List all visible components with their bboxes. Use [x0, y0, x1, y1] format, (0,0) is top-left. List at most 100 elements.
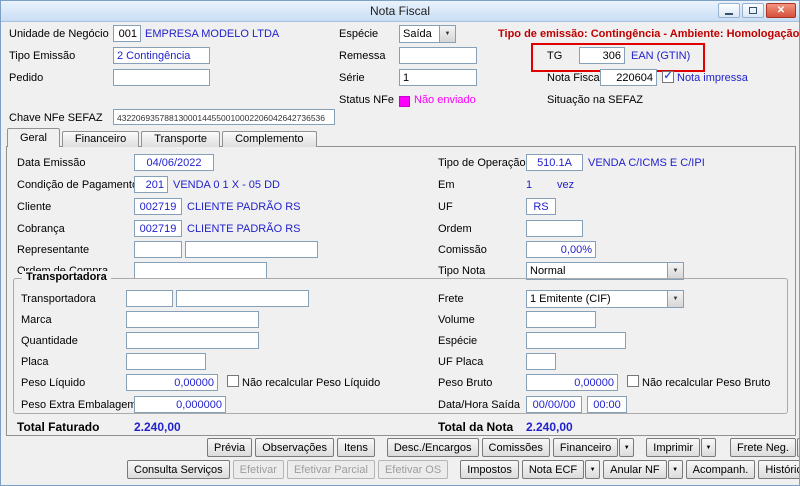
tipo-nota-label: Tipo Nota [438, 265, 486, 277]
cliente-code-field[interactable]: 002719 [134, 198, 182, 215]
tg-description: EAN (GTIN) [631, 50, 691, 62]
condicao-pagamento-description: VENDA 0 1 X - 05 DD [173, 179, 280, 191]
efetivar-parcial-button[interactable]: Efetivar Parcial [286, 460, 375, 479]
uf-field[interactable]: RS [526, 198, 556, 215]
condicao-pagamento-label: Condição de Pagamento [17, 179, 139, 191]
tab-bar: Geral Financeiro Transporte Complemento [7, 128, 319, 147]
pedido-label: Pedido [9, 72, 44, 84]
chevron-down-icon[interactable]: ▼ [439, 26, 455, 42]
ordem-compra-field[interactable] [134, 262, 267, 279]
nota-fiscal-number-field[interactable]: 220604 [600, 69, 657, 86]
especie-volume-field[interactable] [526, 332, 626, 349]
imprimir-button[interactable]: Imprimir [646, 438, 700, 457]
nota-ecf-button[interactable]: Nota ECF [521, 460, 585, 479]
total-da-nota-label: Total da Nota [438, 420, 514, 434]
itens-button[interactable]: Itens [337, 438, 375, 457]
frete-select[interactable]: 1 Emitente (CIF) ▼ [526, 290, 684, 308]
uf-placa-field[interactable] [526, 353, 556, 370]
tipo-operacao-description: VENDA C/ICMS E C/IPI [588, 157, 705, 169]
comissoes-button[interactable]: Comissões [481, 438, 550, 457]
cobranca-code-field[interactable]: 002719 [134, 220, 182, 237]
tipo-emissao-field[interactable]: 2 Contingência [113, 47, 210, 64]
tab-financeiro[interactable]: Financeiro [61, 131, 140, 147]
impostos-button[interactable]: Impostos [460, 460, 519, 479]
financeiro-split-button: Financeiro ▼ [552, 438, 635, 457]
nota-ecf-dropdown-arrow-icon[interactable]: ▼ [585, 460, 601, 479]
check-icon: ✓ [663, 69, 673, 82]
total-faturado-value: 2.240,00 [134, 420, 181, 434]
tab-complemento[interactable]: Complemento [222, 131, 317, 147]
nota-impressa-label: Nota impressa [677, 72, 748, 84]
nao-recalcular-peso-liquido-checkbox[interactable]: ✓ [227, 375, 239, 387]
anular-nf-split-button: Anular NF ▼ [603, 460, 683, 479]
peso-liquido-field[interactable]: 0,00000 [126, 374, 218, 391]
tg-code-field[interactable]: 306 [579, 47, 625, 64]
marca-field[interactable] [126, 311, 259, 328]
volume-label: Volume [438, 314, 475, 326]
chevron-down-icon[interactable]: ▼ [667, 291, 683, 307]
unidade-negocio-code-field[interactable]: 001 [113, 25, 141, 42]
comissao-field[interactable]: 0,00% [526, 241, 596, 258]
peso-liquido-label: Peso Líquido [21, 377, 86, 389]
minimize-icon [725, 13, 733, 15]
chave-nfe-label: Chave NFe SEFAZ [9, 112, 103, 124]
minimize-button[interactable] [718, 3, 740, 18]
ordem-field[interactable] [526, 220, 583, 237]
maximize-icon [749, 7, 757, 14]
volume-field[interactable] [526, 311, 596, 328]
frete-neg-split-button: Frete Neg. ▼ [730, 438, 799, 457]
consulta-servicos-button[interactable]: Consulta Serviços [127, 460, 230, 479]
previa-button[interactable]: Prévia [207, 438, 253, 457]
chevron-down-icon[interactable]: ▼ [667, 263, 683, 279]
status-nfe-icon [399, 96, 410, 107]
serie-field[interactable]: 1 [399, 69, 477, 86]
ordem-label: Ordem [438, 223, 472, 235]
desc-encargos-button[interactable]: Desc./Encargos [386, 438, 479, 457]
tab-transporte[interactable]: Transporte [141, 131, 221, 147]
observacoes-button[interactable]: Observações [255, 438, 334, 457]
imprimir-dropdown-arrow-icon[interactable]: ▼ [701, 438, 716, 457]
tipo-operacao-code-field[interactable]: 510.1A [526, 154, 583, 171]
representante-label: Representante [17, 244, 90, 256]
peso-extra-embalagem-field[interactable]: 0,000000 [134, 396, 226, 413]
caption-buttons: ✕ [718, 3, 796, 18]
close-button[interactable]: ✕ [766, 3, 796, 18]
nota-impressa-checkbox[interactable]: ✓ [662, 69, 674, 83]
frete-neg-button[interactable]: Frete Neg. [730, 438, 796, 457]
data-saida-field[interactable]: 00/00/00 [526, 396, 582, 413]
maximize-button[interactable] [742, 3, 764, 18]
pedido-field[interactable] [113, 69, 210, 86]
nao-recalcular-peso-bruto-label: Não recalcular Peso Bruto [642, 377, 771, 389]
em-suffix: vez [557, 179, 575, 191]
historico-button[interactable]: Histórico [758, 460, 799, 479]
data-emissao-field[interactable]: 04/06/2022 [134, 154, 214, 171]
peso-bruto-field[interactable]: 0,00000 [526, 374, 618, 391]
unidade-negocio-label: Unidade de Negócio [9, 28, 109, 40]
tab-geral[interactable]: Geral [7, 128, 60, 147]
especie-select[interactable]: Saída ▼ [399, 25, 456, 43]
anular-nf-button[interactable]: Anular NF [603, 460, 667, 479]
tipo-emissao-label: Tipo Emissão [9, 50, 76, 62]
representante-name-field[interactable] [185, 241, 318, 258]
anular-nf-dropdown-arrow-icon[interactable]: ▼ [667, 460, 683, 479]
remessa-field[interactable] [399, 47, 477, 64]
nao-recalcular-peso-bruto-checkbox[interactable]: ✓ [627, 375, 639, 387]
tg-label: TG [547, 50, 563, 62]
transportadora-name-field[interactable] [176, 290, 309, 307]
representante-code-field[interactable] [134, 241, 182, 258]
cliente-description: CLIENTE PADRÃO RS [187, 201, 301, 213]
efetivar-os-button[interactable]: Efetivar OS [377, 460, 449, 479]
financeiro-dropdown-arrow-icon[interactable]: ▼ [619, 438, 635, 457]
financeiro-button[interactable]: Financeiro [552, 438, 619, 457]
emission-mode-warning: Tipo de emissão: Contingência - Ambiente… [498, 28, 800, 40]
placa-field[interactable] [126, 353, 206, 370]
imprimir-split-button: Imprimir ▼ [646, 438, 716, 457]
acompanh-button[interactable]: Acompanh. [685, 460, 756, 479]
quantidade-field[interactable] [126, 332, 259, 349]
chave-nfe-field[interactable]: 4322069357881300014455001000220604264273… [113, 109, 335, 125]
hora-saida-field[interactable]: 00:00 [587, 396, 627, 413]
condicao-pagamento-code-field[interactable]: 201 [134, 176, 168, 193]
efetivar-button[interactable]: Efetivar [232, 460, 284, 479]
cliente-label: Cliente [17, 201, 52, 213]
transportadora-code-field[interactable] [126, 290, 173, 307]
